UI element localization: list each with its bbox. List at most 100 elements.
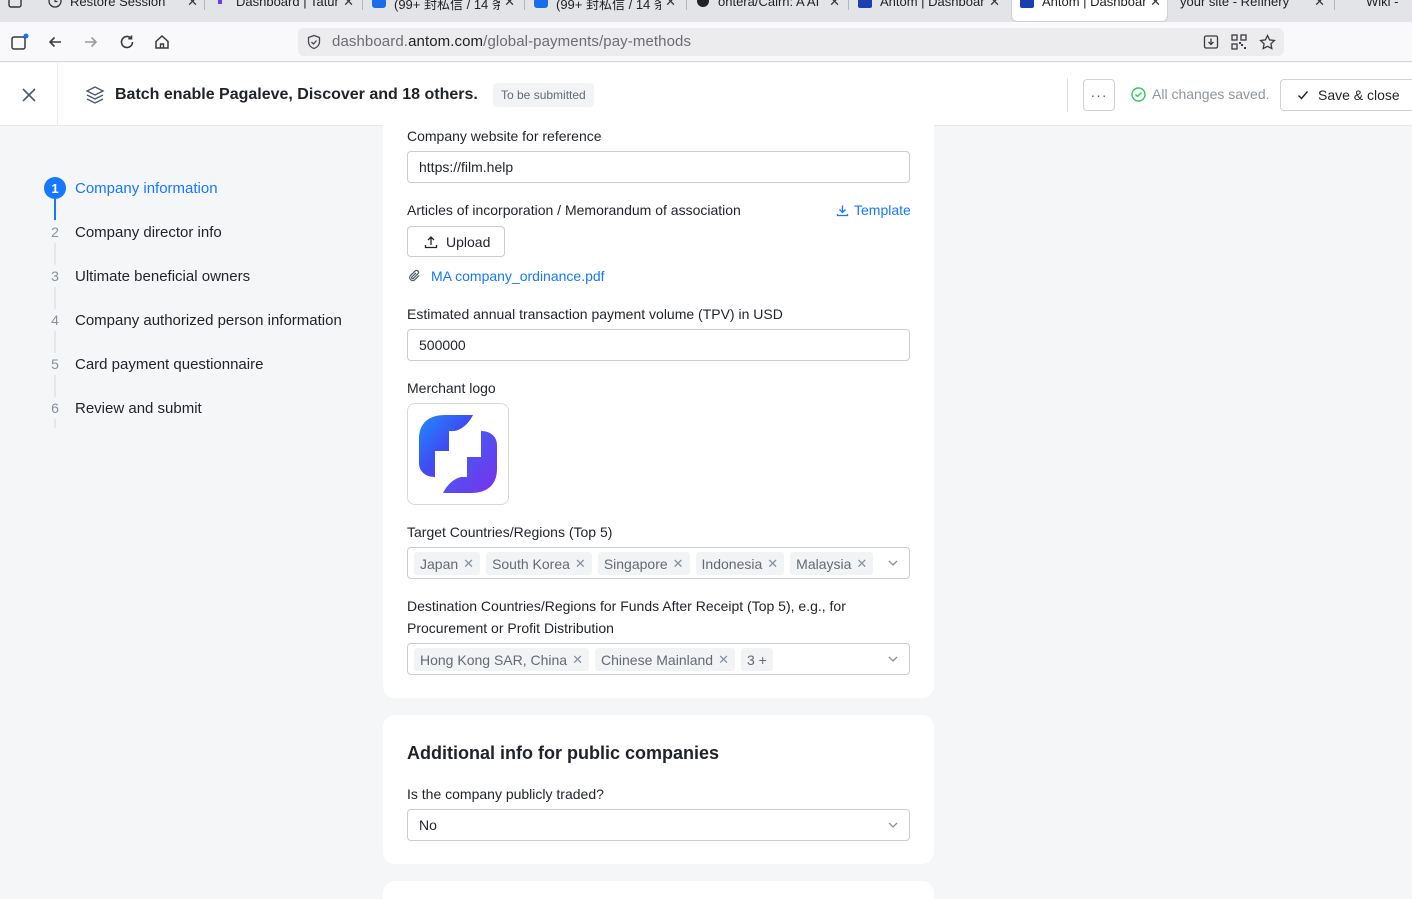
- tab-close-icon[interactable]: ✕: [989, 0, 1000, 10]
- browser-tab-strip: Restore Session ✕ Dashboard | Tatum ✕ (9…: [0, 0, 1412, 22]
- browser-tab[interactable]: Wiki -: [1344, 0, 1412, 22]
- selected-tags: Japan ✕ South Korea ✕ Singapore ✕ Indonesia…: [414, 552, 879, 575]
- step-company-director-info[interactable]: 2 Company director info: [44, 220, 222, 244]
- step-authorized-person[interactable]: 4 Company authorized person information: [44, 308, 342, 332]
- more-tags-count[interactable]: 3 +: [740, 648, 773, 671]
- website-input[interactable]: https://film.help: [407, 151, 910, 183]
- tab-close-icon[interactable]: ✕: [829, 0, 840, 10]
- upload-button[interactable]: Upload: [407, 226, 505, 257]
- qr-code-button[interactable]: [1230, 33, 1248, 51]
- step-company-information[interactable]: 1 Company information: [44, 176, 218, 200]
- tag-remove-icon[interactable]: ✕: [575, 556, 586, 572]
- tag-remove-icon[interactable]: ✕: [856, 556, 867, 572]
- save-close-button[interactable]: Save & close: [1280, 79, 1412, 111]
- arrow-left-icon: [48, 36, 61, 48]
- chevron-down-icon: [888, 656, 898, 662]
- browser-toolbar: dashboard.antom.com/global-payments/pay-…: [0, 22, 1412, 62]
- merchant-logo-image: [419, 415, 497, 493]
- tpv-label: Estimated annual transaction payment vol…: [407, 306, 783, 322]
- step-label: Ultimate beneficial owners: [75, 267, 251, 285]
- antom-icon: [858, 0, 872, 8]
- step-number: 5: [44, 353, 66, 375]
- browser-tab[interactable]: Antom | Dashboard ✕: [858, 0, 1000, 22]
- tab-list-icon: [8, 0, 22, 8]
- antom-icon: [1020, 0, 1034, 8]
- browser-tab[interactable]: Dashboard | Tatum ✕: [214, 0, 354, 22]
- tabs-panel-icon: [11, 33, 29, 50]
- reload-icon: [120, 35, 134, 49]
- destination-countries-select[interactable]: Hong Kong SAR, China ✕ Chinese Mainland ✕ …: [407, 643, 910, 675]
- step-number: 4: [44, 309, 66, 331]
- arrow-right-icon: [85, 36, 98, 48]
- browser-tab-label: (99+ 封私信 / 14 条: [394, 0, 501, 12]
- step-number: 2: [44, 221, 66, 243]
- star-icon: [1258, 33, 1276, 50]
- download-icon: [836, 205, 849, 216]
- tag-label: Malaysia: [796, 555, 852, 572]
- tag-remove-icon[interactable]: ✕: [718, 652, 729, 668]
- home-icon: [155, 34, 169, 49]
- country-tag: Japan ✕: [414, 552, 481, 575]
- destination-label-line2: Procurement or Profit Distribution: [407, 620, 614, 636]
- tab-close-icon[interactable]: ✕: [1314, 0, 1325, 10]
- browser-tab[interactable]: ontera/Cairn: A AI ✕: [696, 0, 840, 22]
- articles-label: Articles of incorporation / Memorandum o…: [407, 202, 741, 218]
- home-button[interactable]: [151, 31, 173, 53]
- step-label: Card payment questionnaire: [75, 355, 264, 373]
- save-page-button[interactable]: [1202, 33, 1220, 51]
- template-download-link[interactable]: Template: [836, 202, 911, 218]
- close-icon: [21, 87, 36, 102]
- tab-close-icon[interactable]: ✕: [504, 0, 515, 10]
- save-close-label: Save & close: [1318, 87, 1400, 103]
- header-divider: [1067, 78, 1068, 112]
- sidebar-toggle-button[interactable]: [9, 31, 31, 53]
- step-review-and-submit[interactable]: 6 Review and submit: [44, 396, 202, 420]
- tab-close-icon[interactable]: ✕: [665, 0, 676, 10]
- browser-tab[interactable]: (99+ 封私信 / 14 条 ✕: [534, 0, 676, 22]
- tag-remove-icon[interactable]: ✕: [572, 652, 583, 668]
- tag-label: Hong Kong SAR, China: [420, 651, 568, 668]
- browser-tab[interactable]: your site - Refinery ✕: [1180, 0, 1325, 22]
- close-button[interactable]: [0, 63, 58, 126]
- browser-tab[interactable]: Restore Session ✕: [48, 0, 198, 22]
- bookmark-button[interactable]: [1258, 33, 1276, 51]
- country-tag: Hong Kong SAR, China ✕: [414, 648, 589, 671]
- merchant-logo-upload[interactable]: [407, 403, 509, 505]
- step-ultimate-beneficial-owners[interactable]: 3 Ultimate beneficial owners: [44, 264, 250, 288]
- address-bar[interactable]: dashboard.antom.com/global-payments/pay-…: [298, 28, 1284, 56]
- zhihu-icon: [534, 0, 548, 8]
- zhihu-icon: [372, 0, 386, 8]
- page-title: Batch enable Pagaleve, Discover and 18 o…: [115, 86, 478, 103]
- shield-icon: [307, 34, 321, 50]
- publicly-traded-label: Is the company publicly traded?: [407, 786, 604, 802]
- more-button[interactable]: ···: [1083, 79, 1115, 111]
- tab-close-icon[interactable]: ✕: [343, 0, 354, 10]
- browser-tab[interactable]: (99+ 封私信 / 14 条 ✕: [372, 0, 515, 22]
- tag-remove-icon[interactable]: ✕: [463, 556, 474, 572]
- website-label: Company website for reference: [407, 128, 602, 144]
- publicly-traded-select[interactable]: No: [407, 809, 910, 841]
- uploaded-file-link[interactable]: MA company_ordinance.pdf: [408, 268, 605, 284]
- tab-overview-button[interactable]: [0, 0, 30, 22]
- tab-close-icon[interactable]: ✕: [1150, 0, 1161, 10]
- reload-button[interactable]: [116, 31, 138, 53]
- tag-remove-icon[interactable]: ✕: [767, 556, 778, 572]
- back-button[interactable]: [44, 31, 66, 53]
- tpv-input[interactable]: 500000: [407, 329, 910, 361]
- browser-tab-label: Wiki -: [1366, 0, 1399, 9]
- browser-tab-label: Dashboard | Tatum: [236, 0, 340, 9]
- destination-label-line1: Destination Countries/Regions for Funds …: [407, 598, 846, 614]
- browser-tab-active[interactable]: Antom | Dashboard ✕: [1011, 0, 1168, 22]
- more-tags-label: 3 +: [746, 651, 767, 668]
- tab-close-icon[interactable]: ✕: [187, 0, 198, 10]
- country-tag: Singapore ✕: [597, 552, 690, 575]
- forward-button[interactable]: [80, 31, 102, 53]
- tag-label: Chinese Mainland: [601, 651, 714, 668]
- step-card-payment-questionnaire[interactable]: 5 Card payment questionnaire: [44, 352, 263, 376]
- country-tag: South Korea ✕: [486, 552, 592, 575]
- target-countries-select[interactable]: Japan ✕ South Korea ✕ Singapore ✕ Indonesia…: [407, 547, 910, 579]
- layers-icon: [85, 86, 105, 104]
- selected-tags: Hong Kong SAR, China ✕ Chinese Mainland ✕ …: [414, 648, 779, 671]
- url-text: dashboard.antom.com/global-payments/pay-…: [332, 33, 692, 50]
- tag-remove-icon[interactable]: ✕: [673, 556, 684, 572]
